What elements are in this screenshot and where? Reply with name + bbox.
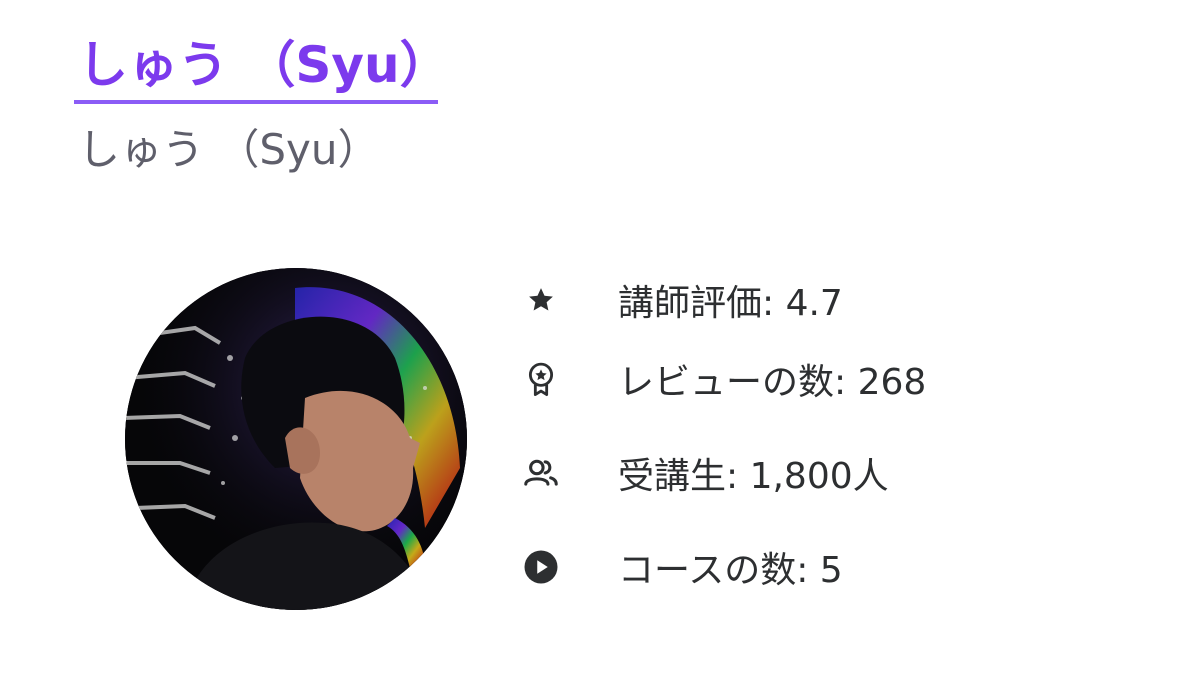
play-circle-icon: [520, 546, 562, 588]
stat-reviews: レビューの数: 268: [520, 332, 926, 426]
award-badge-icon: [520, 358, 562, 400]
users-icon: [520, 452, 562, 494]
stat-rating-text: 講師評価: 4.7: [618, 283, 843, 324]
stat-courses-text: コースの数: 5: [618, 550, 843, 591]
stat-rating: 講師評価: 4.7: [520, 268, 926, 332]
stat-students: 受講生: 1,800人: [520, 426, 926, 520]
instructor-name-link[interactable]: しゅう （Syu）: [78, 34, 450, 97]
instructor-profile: しゅう （Syu） しゅう （Syu） 講師評価: 4.7 レビューの数: 26…: [0, 0, 1200, 675]
stat-students-text: 受講生: 1,800人: [618, 456, 889, 497]
name-link-underline: [74, 100, 438, 104]
avatar-image: [125, 268, 467, 610]
instructor-subtitle: しゅう （Syu）: [78, 125, 380, 174]
stat-reviews-text: レビューの数: 268: [618, 362, 927, 403]
avatar: [125, 268, 467, 610]
stat-courses: コースの数: 5: [520, 520, 926, 614]
instructor-stats: 講師評価: 4.7 レビューの数: 268 受講生: 1,800人 コースの数:…: [520, 268, 926, 614]
star-icon: [520, 279, 562, 321]
